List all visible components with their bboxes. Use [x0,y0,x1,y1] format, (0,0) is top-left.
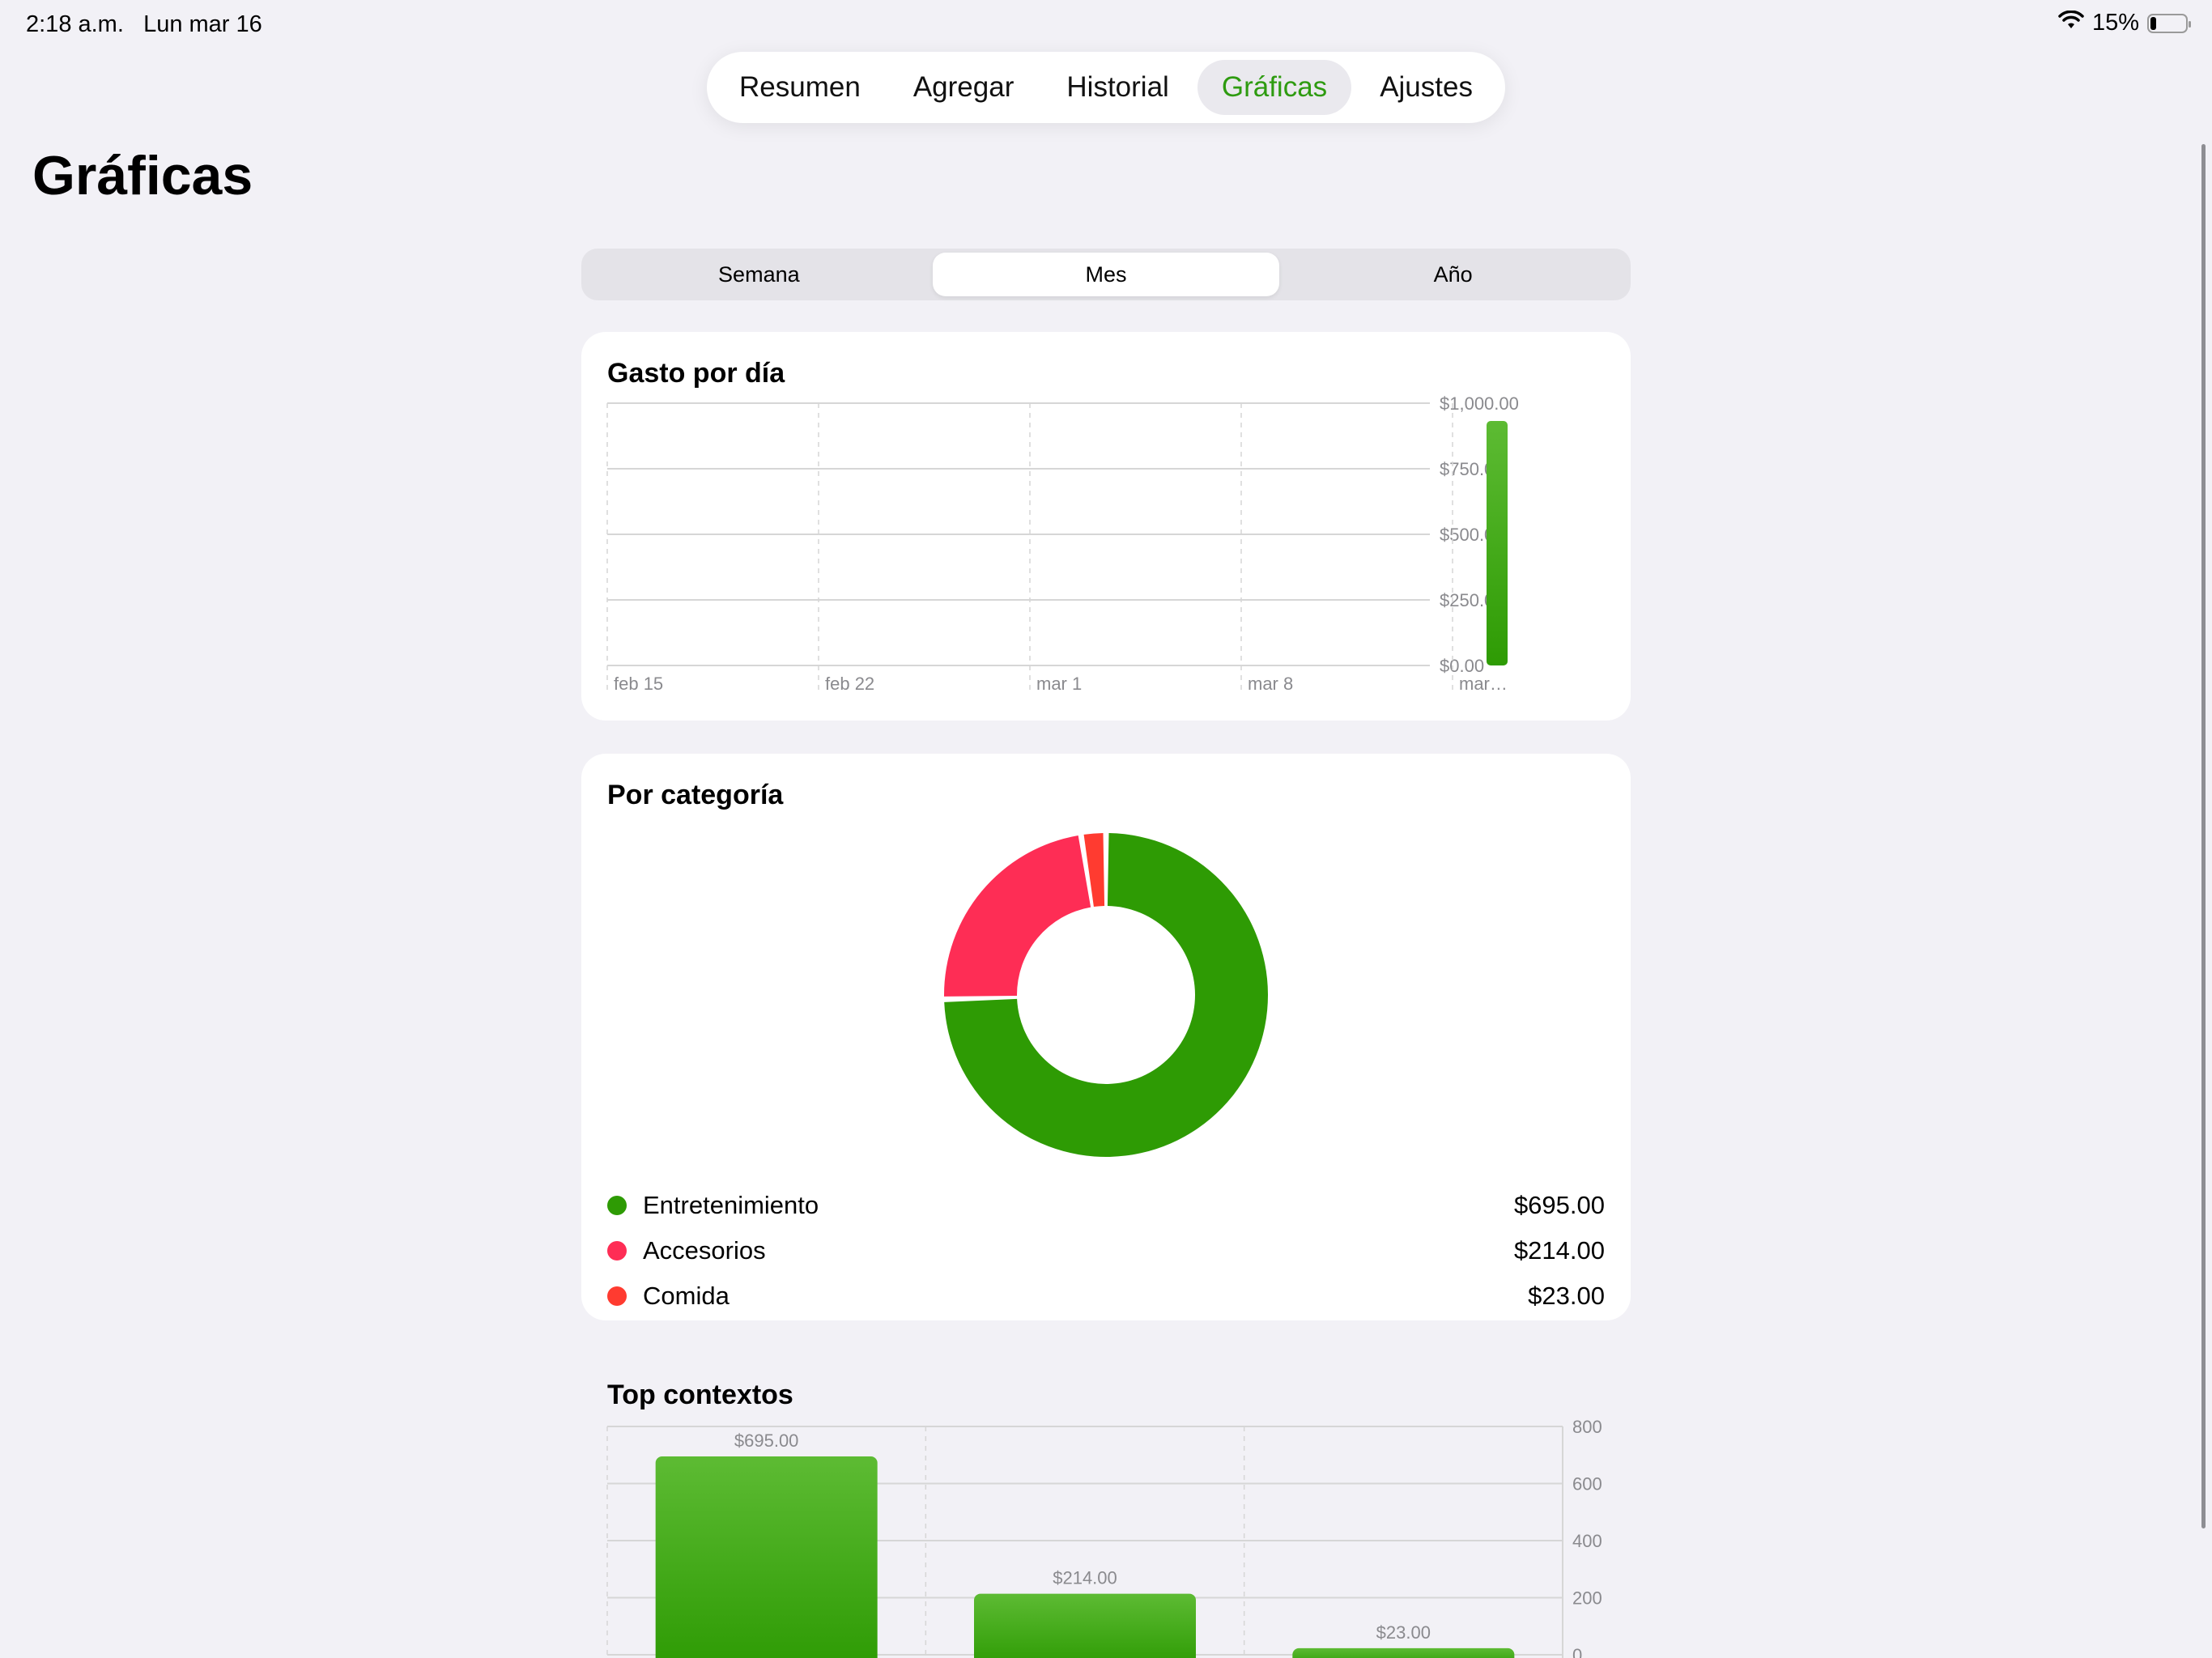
legend-value: $695.00 [1513,1191,1605,1219]
period-segmented-control: Semana Mes Año [581,249,1631,300]
daily-spending-card: Gasto por día $1,000.00 $750.00 $500.00 $25… [581,332,1631,721]
tab-graficas[interactable]: Gráficas [1197,60,1352,115]
y-tick-label: 600 [1572,1474,1602,1494]
category-card: Por categoría Entretenimiento $695.00 Ac… [581,754,1631,1320]
y-tick-label: 0 [1572,1645,1582,1658]
bar-data-label: $695.00 [734,1431,799,1451]
donut-slice-accesorios [944,835,1091,997]
legend-name: Accesorios [643,1236,766,1265]
context-bar [974,1593,1196,1658]
legend-name: Comida [643,1282,730,1310]
segment-ano[interactable]: Año [1279,253,1627,296]
y-tick-label: $1,000.00 [1440,393,1519,414]
context-bar [655,1456,878,1658]
legend-row-comida[interactable]: Comida $23.00 [607,1273,1605,1319]
top-contexts-bar-chart: 800 600 400 200 0 $695.00 $214.00 $23.00 [606,1417,1602,1658]
x-tick-label: mar 8 [1248,674,1293,694]
legend-dot [607,1196,627,1215]
top-contexts-title: Top contextos [607,1380,793,1410]
y-tick-label: 400 [1572,1531,1602,1551]
wifi-icon [2058,10,2084,36]
status-date: Lun mar 16 [143,11,262,37]
legend-value: $23.00 [1528,1282,1605,1310]
context-bar [1292,1647,1515,1658]
status-clock: 2:18 a.m. [26,11,124,37]
legend-dot [607,1286,627,1306]
segment-semana[interactable]: Semana [585,253,933,296]
category-donut-chart [944,833,1268,1157]
legend-dot [607,1241,627,1261]
x-tick-label: feb 22 [825,674,874,694]
segment-mes[interactable]: Mes [932,253,1280,296]
bar-data-label: $214.00 [1053,1568,1117,1588]
x-tick-label: mar 1 [1036,674,1082,694]
y-tick-label: 200 [1572,1588,1602,1609]
x-tick-label: mar… [1459,674,1508,694]
bar-data-label: $23.00 [1376,1622,1431,1643]
legend-value: $214.00 [1513,1236,1605,1265]
legend-name: Entretenimiento [643,1191,819,1219]
category-legend: Entretenimiento $695.00 Accesorios $214.… [607,1183,1605,1319]
page-title: Gráficas [32,145,253,206]
tab-historial[interactable]: Historial [1042,60,1193,115]
daily-bar-chart: $1,000.00$750.00$500.00$250.00$0.00feb 1… [606,393,1519,694]
x-tick-label: feb 15 [614,674,663,694]
status-time: 2:18 a.m. Lun mar 16 [26,11,262,38]
tab-ajustes[interactable]: Ajustes [1355,60,1497,115]
battery-percentage: 15% [2091,10,2139,36]
daily-bar [1487,421,1508,665]
battery-icon [2147,13,2191,33]
battery-fill [2150,16,2156,30]
top-tab-bar: Resumen Agregar Historial Gráficas Ajust… [707,52,1505,123]
legend-row-entretenimiento[interactable]: Entretenimiento $695.00 [607,1183,1605,1228]
scroll-indicator[interactable] [2201,144,2206,1528]
tab-resumen[interactable]: Resumen [715,60,885,115]
y-tick-label: 800 [1572,1417,1602,1437]
status-indicators: 15% [2058,10,2191,36]
tab-agregar[interactable]: Agregar [889,60,1039,115]
legend-row-accesorios[interactable]: Accesorios $214.00 [607,1228,1605,1273]
